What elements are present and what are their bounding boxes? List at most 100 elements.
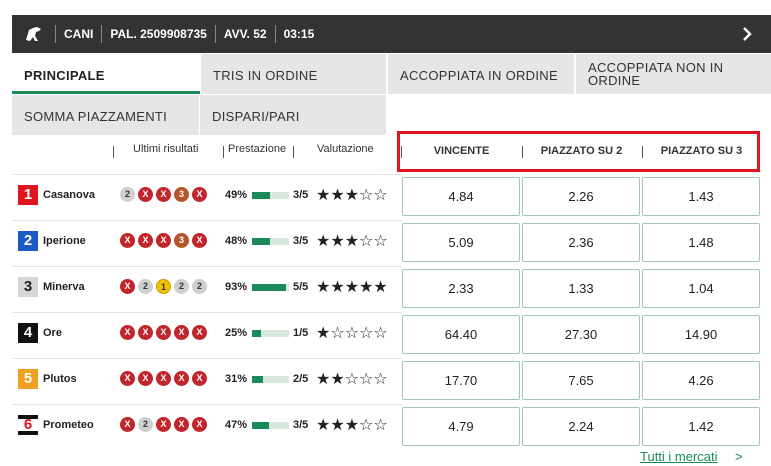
star-filled-icon: ★ — [316, 233, 331, 250]
odd-piazzato-3-button[interactable]: 1.43 — [642, 177, 760, 216]
odd-piazzato-2-button[interactable]: 2.36 — [522, 223, 640, 262]
result-badge: X — [156, 233, 171, 248]
odd-vincente-button[interactable]: 4.79 — [402, 407, 520, 446]
star-filled-icon: ★ — [316, 187, 331, 204]
rating-value: 3/5 — [293, 235, 309, 247]
header-ultimi-risultati: Ultimi risultati — [133, 143, 199, 155]
performance-bar — [252, 376, 289, 383]
highlight-box — [397, 131, 760, 172]
result-badge: 1 — [156, 279, 171, 294]
result-badge: X — [120, 371, 135, 386]
chevron-right-icon[interactable]: > — [735, 449, 743, 464]
star-empty-icon: ☆ — [359, 233, 374, 250]
performance-bar — [252, 422, 289, 429]
star-filled-icon: ★ — [316, 279, 331, 296]
result-badge: X — [138, 233, 153, 248]
performance-percent: 93% — [225, 281, 248, 293]
rating-stars: ★★★☆☆ — [316, 231, 388, 251]
tab-dispari-pari[interactable]: DISPARI/PARI — [200, 95, 386, 135]
performance-bar — [252, 330, 289, 337]
performance-percent: 48% — [225, 235, 248, 247]
result-badge: X — [156, 417, 171, 432]
result-badge: X — [138, 325, 153, 340]
rating-value: 1/5 — [293, 327, 309, 339]
rating-value: 3/5 — [293, 419, 309, 431]
result-badge: X — [192, 233, 207, 248]
runner-row: 3 Minerva X 2 1 2 2 93% 5/5 ★★★★★ — [12, 266, 402, 312]
runner-row: 1 Casanova 2 X X 3 X 49% 3/5 ★★★☆☆ — [12, 174, 402, 220]
tab-accoppiata-in-ordine[interactable]: ACCOPPIATA IN ORDINE — [387, 54, 574, 94]
header-valutazione: Valutazione — [317, 143, 374, 155]
chevron-right-icon[interactable] — [737, 24, 757, 44]
tab-principale[interactable]: PRINCIPALE — [12, 54, 200, 94]
performance-bar — [252, 284, 289, 291]
odd-piazzato-3-button[interactable]: 4.26 — [642, 361, 760, 400]
odd-piazzato-3-button[interactable]: 1.42 — [642, 407, 760, 446]
rating-stars: ★☆☆☆☆ — [316, 323, 388, 343]
odd-vincente-button[interactable]: 4.84 — [402, 177, 520, 216]
star-empty-icon: ☆ — [359, 325, 374, 342]
result-badge: X — [120, 325, 135, 340]
result-badge: X — [192, 187, 207, 202]
performance-percent: 25% — [225, 327, 248, 339]
recent-results: XXXXX — [120, 325, 210, 340]
star-empty-icon: ☆ — [344, 371, 360, 388]
runner-name: Iperione — [43, 235, 86, 247]
runner-number-badge: 2 — [18, 231, 38, 251]
recent-results: XXX3X — [120, 233, 210, 248]
runner-row: 2 Iperione X X X 3 X 48% 3/5 ★★★☆☆ — [12, 220, 402, 266]
recent-results: X2122 — [120, 279, 210, 294]
event-header: CANI PAL. 2509908735 AVV. 52 03:15 — [12, 15, 771, 53]
odd-piazzato-3-button[interactable]: 1.48 — [642, 223, 760, 262]
star-filled-icon: ★ — [330, 371, 345, 388]
odd-piazzato-2-button[interactable]: 2.24 — [522, 407, 640, 446]
star-empty-icon: ☆ — [373, 187, 388, 204]
tab-somma-piazzamenti[interactable]: SOMMA PIAZZAMENTI — [12, 95, 199, 135]
result-badge: 3 — [174, 233, 189, 248]
recent-results: X2XXX — [120, 417, 210, 432]
rating-stars: ★★★★★ — [316, 277, 388, 297]
tab-accoppiata-non-in-ordine[interactable]: ACCOPPIATA NON IN ORDINE — [575, 54, 771, 94]
odd-piazzato-3-button[interactable]: 14.90 — [642, 315, 760, 354]
odd-piazzato-2-button[interactable]: 2.26 — [522, 177, 640, 216]
odd-vincente-button[interactable]: 17.70 — [402, 361, 520, 400]
result-badge: 2 — [174, 279, 189, 294]
runner-name: Prometeo — [43, 419, 94, 431]
odd-vincente-button[interactable]: 5.09 — [402, 223, 520, 262]
odd-vincente-button[interactable]: 64.40 — [402, 315, 520, 354]
performance-bar-fill — [252, 238, 270, 245]
result-badge: X — [174, 417, 189, 432]
star-filled-icon: ★ — [344, 279, 360, 296]
odd-piazzato-2-button[interactable]: 27.30 — [522, 315, 640, 354]
runner-number-badge: 3 — [18, 277, 38, 297]
divider — [293, 146, 294, 158]
odd-vincente-button[interactable]: 2.33 — [402, 269, 520, 308]
star-empty-icon: ☆ — [373, 417, 388, 434]
recent-results: 2XX3X — [120, 187, 210, 202]
rating-value: 3/5 — [293, 189, 309, 201]
odd-piazzato-3-button[interactable]: 1.04 — [642, 269, 760, 308]
star-empty-icon: ☆ — [359, 417, 374, 434]
result-badge: X — [120, 233, 135, 248]
rating-stars: ★★★☆☆ — [316, 185, 388, 205]
result-badge: X — [138, 371, 153, 386]
star-empty-icon: ☆ — [330, 325, 345, 342]
star-empty-icon: ☆ — [359, 371, 374, 388]
star-filled-icon: ★ — [344, 233, 360, 250]
result-badge: 2 — [138, 417, 153, 432]
star-empty-icon: ☆ — [359, 187, 374, 204]
star-filled-icon: ★ — [316, 325, 331, 342]
star-filled-icon: ★ — [359, 279, 374, 296]
performance-bar-fill — [252, 284, 287, 291]
result-badge: 2 — [138, 279, 153, 294]
star-filled-icon: ★ — [330, 233, 345, 250]
odd-piazzato-2-button[interactable]: 7.65 — [522, 361, 640, 400]
runner-number-badge: 4 — [18, 323, 38, 343]
tab-tris-in-ordine[interactable]: TRIS IN ORDINE — [200, 54, 386, 94]
result-badge: X — [120, 279, 135, 294]
odd-piazzato-2-button[interactable]: 1.33 — [522, 269, 640, 308]
all-markets-link[interactable]: Tutti i mercati — [640, 449, 718, 464]
performance-bar — [252, 238, 289, 245]
result-badge: 3 — [174, 187, 189, 202]
runner-name: Minerva — [43, 281, 85, 293]
